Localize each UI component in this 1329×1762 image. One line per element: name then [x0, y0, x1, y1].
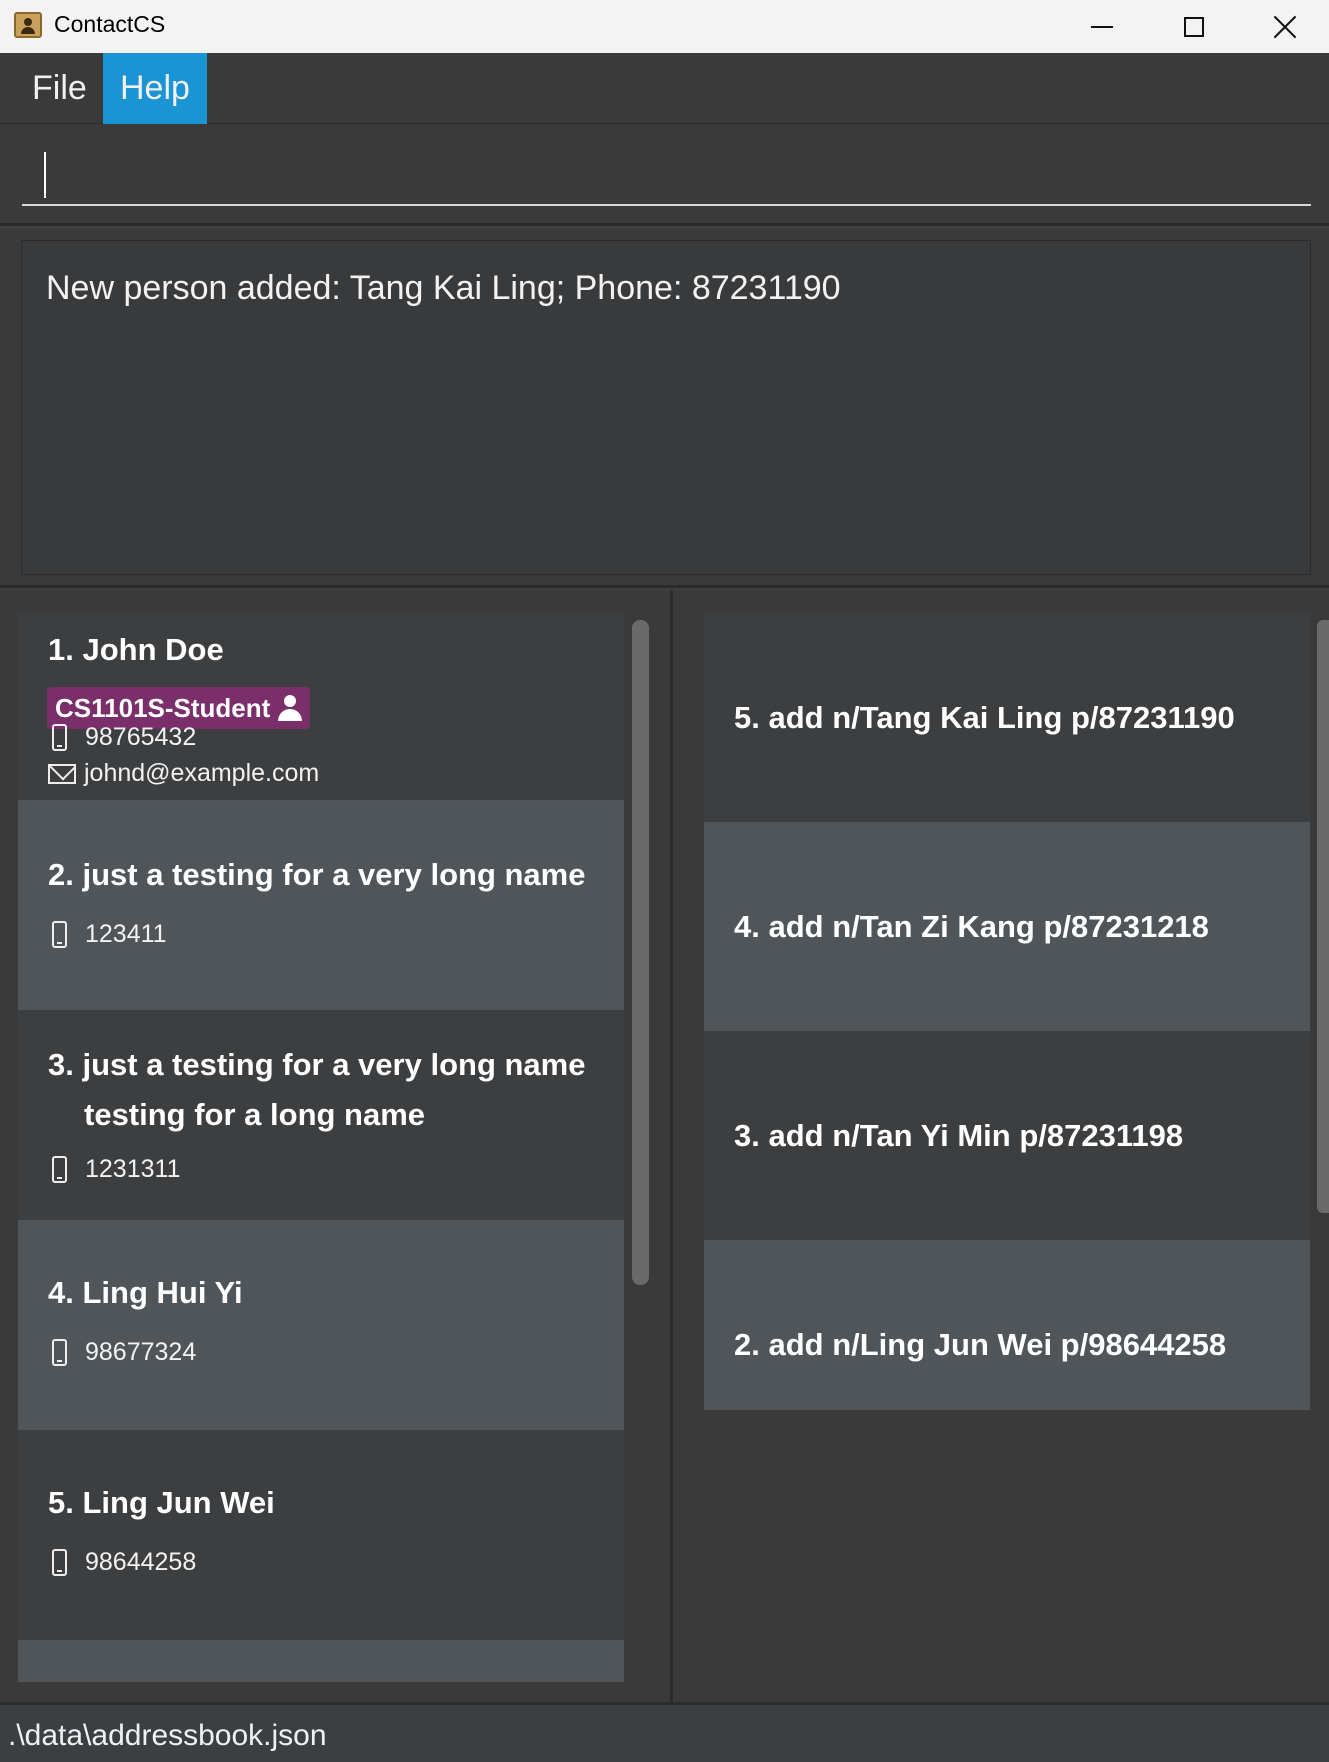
command-box	[0, 124, 1329, 226]
history-item[interactable]: 3. add n/Tan Yi Min p/87231198	[704, 1031, 1310, 1240]
text-caret	[44, 152, 46, 198]
history-text: 5. add n/Tang Kai Ling p/87231190	[734, 699, 1235, 735]
minimize-icon	[1091, 25, 1113, 28]
person-card[interactable]: 2. just a testing for a very long name 1…	[18, 800, 624, 1010]
lists-area: 1. John Doe CS1101S-Student 98765432 joh…	[0, 590, 1329, 1702]
email-address: johnd@example.com	[84, 759, 320, 787]
maximize-icon	[1184, 16, 1204, 37]
person-name: 2. just a testing for a very long name	[48, 857, 586, 892]
phone-number: 1231311	[85, 1155, 181, 1183]
person-name: 1. John Doe	[48, 632, 224, 667]
person-name: 3. just a testing for a very long name	[48, 1047, 586, 1082]
person-name-continued: testing for a long name	[84, 1097, 426, 1132]
app-icon	[14, 12, 42, 38]
phone-row: 1231311	[52, 1155, 180, 1184]
person-name: 5. Ling Jun Wei	[48, 1485, 275, 1520]
phone-icon	[52, 1339, 67, 1366]
person-list-scrollbar[interactable]	[632, 620, 649, 1285]
history-item[interactable]: 4. add n/Tan Zi Kang p/87231218	[704, 822, 1310, 1031]
phone-icon	[52, 1549, 67, 1576]
history-item[interactable]: 2. add n/Ling Jun Wei p/98644258	[704, 1240, 1310, 1410]
email-row: johnd@example.com	[48, 759, 319, 788]
person-card[interactable]	[18, 1640, 624, 1682]
phone-number: 98644258	[85, 1548, 197, 1576]
phone-row: 98677324	[52, 1338, 196, 1367]
result-text: New person added: Tang Kai Ling; Phone: …	[46, 269, 841, 307]
person-card[interactable]: 4. Ling Hui Yi 98677324	[18, 1220, 624, 1430]
close-button[interactable]	[1240, 0, 1329, 53]
phone-number: 123411	[85, 920, 167, 948]
tag-label: CS1101S-Student	[55, 692, 271, 723]
result-display[interactable]: New person added: Tang Kai Ling; Phone: …	[21, 240, 1311, 575]
command-input[interactable]	[22, 146, 1311, 206]
phone-number: 98677324	[85, 1338, 197, 1366]
student-icon	[278, 695, 303, 721]
person-card[interactable]: 3. just a testing for a very long name t…	[18, 1010, 624, 1220]
title-bar: ContactCS	[0, 0, 1329, 53]
menu-bar: File Help	[0, 53, 1329, 124]
history-item[interactable]: 5. add n/Tang Kai Ling p/87231190	[704, 613, 1310, 822]
phone-icon	[52, 1156, 67, 1183]
phone-row: 123411	[52, 920, 167, 949]
maximize-button[interactable]	[1148, 0, 1240, 53]
status-bar: .\data\addressbook.json	[0, 1702, 1329, 1762]
window-title: ContactCS	[54, 11, 166, 37]
person-name: 4. Ling Hui Yi	[48, 1275, 243, 1310]
history-text: 3. add n/Tan Yi Min p/87231198	[734, 1117, 1184, 1153]
panel-divider[interactable]	[670, 590, 673, 1702]
phone-number: 98765432	[85, 723, 197, 751]
phone-row: 98644258	[52, 1548, 196, 1577]
command-history-list[interactable]: 5. add n/Tang Kai Ling p/87231190 4. add…	[704, 613, 1310, 1413]
envelope-icon	[48, 763, 76, 784]
phone-row: 98765432	[52, 723, 196, 752]
person-card[interactable]: 1. John Doe CS1101S-Student 98765432 joh…	[18, 613, 624, 800]
close-icon	[1273, 15, 1297, 39]
menu-help[interactable]: Help	[103, 53, 207, 124]
history-list-scrollbar[interactable]	[1317, 620, 1329, 1213]
person-card[interactable]: 5. Ling Jun Wei 98644258	[18, 1430, 624, 1640]
history-text: 4. add n/Tan Zi Kang p/87231218	[734, 908, 1209, 944]
result-display-panel: New person added: Tang Kai Ling; Phone: …	[0, 229, 1329, 588]
history-text: 2. add n/Ling Jun Wei p/98644258	[734, 1327, 1227, 1362]
phone-icon	[52, 724, 67, 751]
person-list[interactable]: 1. John Doe CS1101S-Student 98765432 joh…	[18, 613, 624, 1682]
menu-file[interactable]: File	[15, 53, 104, 124]
file-path: .\data\addressbook.json	[8, 1719, 327, 1752]
minimize-button[interactable]	[1056, 0, 1148, 53]
phone-icon	[52, 921, 67, 948]
